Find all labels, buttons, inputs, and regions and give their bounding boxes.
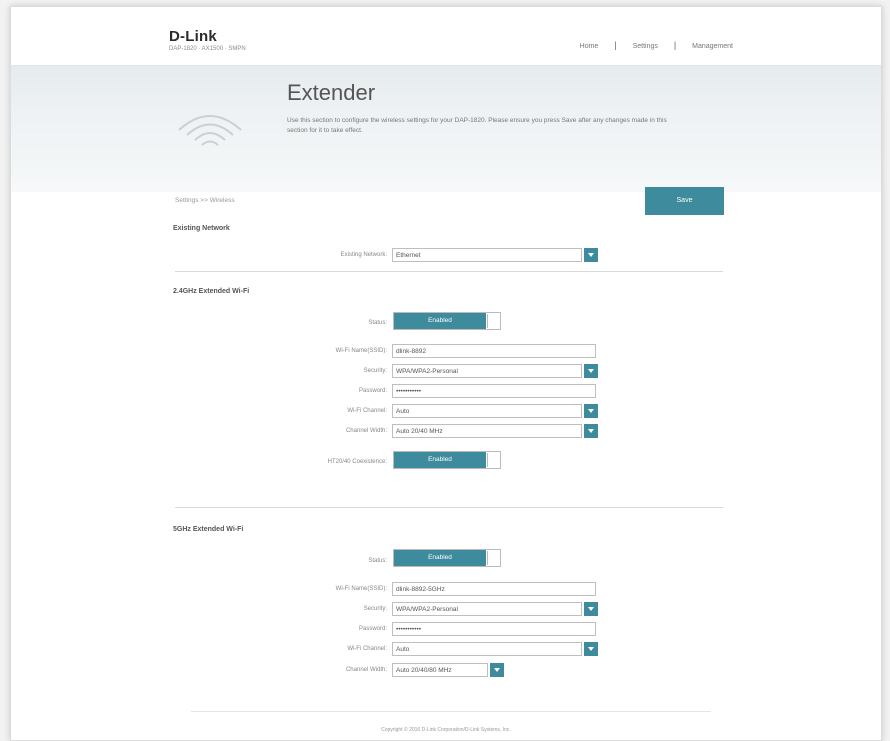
model-line: DAP-1820 · AX1500 · SMPN [169,46,246,52]
toggle-state: Enabled [394,313,486,329]
section-title-existing-network: Existing Network [173,225,230,232]
channel-24-label: Wi-Fi Channel: [347,408,387,414]
top-bar: D-Link DAP-1820 · AX1500 · SMPN Home | S… [11,7,881,65]
section-title-5ghz: 5GHz Extended Wi-Fi [173,526,244,533]
divider [175,271,723,272]
password-24-input[interactable]: ••••••••••• [392,384,596,398]
chevron-down-icon[interactable] [584,642,598,656]
status-24-label: Status: [368,320,387,326]
coexist-24-label: HT20/40 Coexistence: [327,459,387,465]
chevron-down-icon[interactable] [490,663,504,677]
toggle-state: Enabled [394,550,486,566]
width-24-select[interactable]: Auto 20/40 MHz [392,424,582,438]
nav-home[interactable]: Home [580,43,599,50]
chevron-down-icon[interactable] [584,424,598,438]
page-title: Extender [287,80,376,105]
channel-5-select[interactable]: Auto [392,642,582,656]
toggle-knob [487,314,498,328]
security-24-select[interactable]: WPA/WPA2-Personal [392,364,582,378]
section-title-24ghz: 2.4GHz Extended Wi-Fi [173,288,250,295]
chevron-down-icon[interactable] [584,404,598,418]
save-button[interactable]: Save [645,187,724,215]
password-24-label: Password: [358,388,387,394]
width-5-select[interactable]: Auto 20/40/80 MHz [392,663,488,677]
copyright-footer: Copyright © 2016 D-Link Corporation/D-Li… [381,727,511,733]
chevron-down-icon[interactable] [584,602,598,616]
status-5-toggle[interactable]: Enabled [393,549,501,567]
breadcrumb[interactable]: Settings >> Wireless [175,197,235,204]
wifi-icon [178,115,242,146]
ssid-5-input[interactable]: dlink-8892-5GHz [392,582,596,596]
footer-divider [191,711,711,712]
logo-text: D-Link [169,28,217,45]
toggle-knob [487,453,498,467]
existing-network-label: Existing Network: [340,252,387,258]
chevron-down-icon[interactable] [584,248,598,262]
width-5-label: Channel Width: [345,667,387,673]
ssid-5-label: Wi-Fi Name(SSID): [335,586,387,592]
channel-24-select[interactable]: Auto [392,404,582,418]
security-24-label: Security: [363,368,387,374]
dlink-logo[interactable]: D-Link DAP-1820 · AX1500 · SMPN [169,28,246,52]
width-24-label: Channel Width: [345,428,387,434]
browser-page: D-Link DAP-1820 · AX1500 · SMPN Home | S… [10,6,882,741]
chevron-down-icon[interactable] [584,364,598,378]
nav-separator: | [673,40,677,50]
status-5-label: Status: [368,558,387,564]
main-nav: Home | Settings | Management [580,40,733,50]
ssid-24-label: Wi-Fi Name(SSID): [335,348,387,354]
coexist-24-toggle[interactable]: Enabled [393,451,501,469]
divider [175,507,723,508]
status-24-toggle[interactable]: Enabled [393,312,501,330]
page-description: Use this section to configure the wirele… [287,117,667,134]
page-banner: Extender Use this section to configure t… [11,65,881,192]
toggle-knob [487,551,498,565]
nav-settings[interactable]: Settings [633,43,658,50]
nav-management[interactable]: Management [692,43,733,50]
nav-separator: | [614,40,617,50]
toggle-state: Enabled [394,452,486,468]
password-5-input[interactable]: ••••••••••• [392,622,596,636]
ssid-24-input[interactable]: dlink-8892 [392,344,596,358]
existing-network-select[interactable]: Ethernet [392,248,582,262]
channel-5-label: Wi-Fi Channel: [347,646,387,652]
security-5-select[interactable]: WPA/WPA2-Personal [392,602,582,616]
password-5-label: Password: [358,626,387,632]
security-5-label: Security: [363,606,387,612]
